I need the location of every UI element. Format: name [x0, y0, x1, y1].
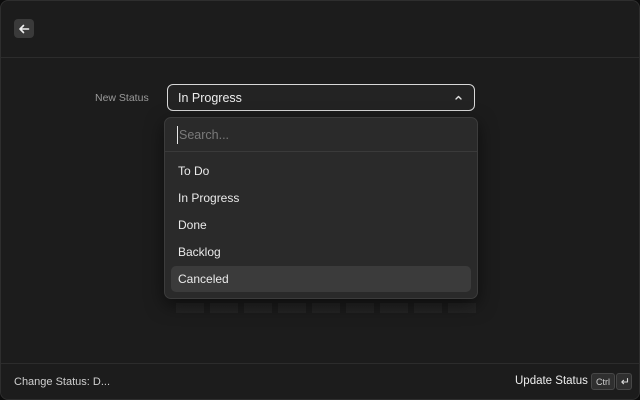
status-dropdown: To Do In Progress Done Backlog Canceled	[164, 117, 478, 299]
new-status-label: New Status	[95, 92, 149, 104]
dropdown-search-row	[165, 118, 477, 152]
status-search-input[interactable]	[177, 126, 467, 144]
option-backlog[interactable]: Backlog	[171, 239, 471, 265]
enter-key-hint	[616, 373, 632, 390]
back-button[interactable]	[14, 19, 34, 38]
option-canceled[interactable]: Canceled	[171, 266, 471, 292]
update-status-button[interactable]: Update Status	[515, 375, 588, 387]
new-status-select[interactable]: In Progress	[167, 84, 475, 111]
selected-status-value: In Progress	[178, 90, 242, 105]
background-placeholder	[176, 303, 476, 313]
footer-title: Change Status: D...	[14, 376, 110, 388]
footer: Change Status: D... Update Status Ctrl	[1, 363, 639, 399]
change-status-window: New Status In Progress To Do In Progress…	[0, 0, 640, 400]
arrow-left-icon	[19, 24, 30, 33]
option-to-do[interactable]: To Do	[171, 158, 471, 184]
option-done[interactable]: Done	[171, 212, 471, 238]
ctrl-key-hint: Ctrl	[591, 373, 615, 390]
chevron-up-icon	[455, 95, 462, 100]
header	[1, 1, 639, 58]
enter-icon	[620, 377, 628, 385]
option-in-progress[interactable]: In Progress	[171, 185, 471, 211]
